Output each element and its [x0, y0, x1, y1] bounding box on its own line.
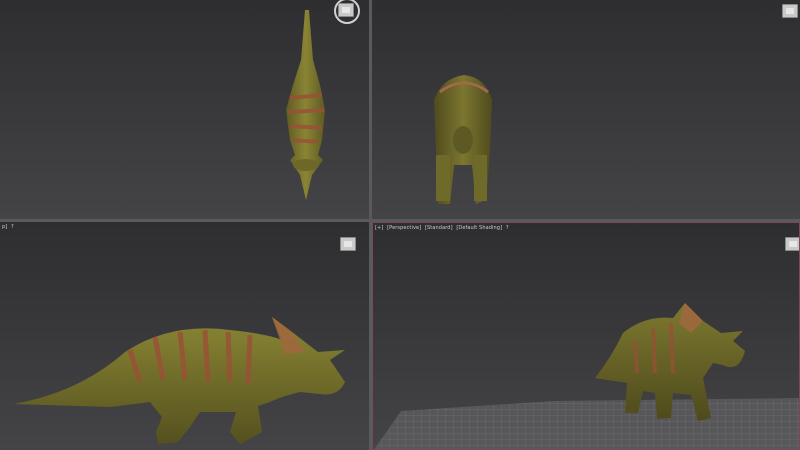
viewport-perspective[interactable]: [+] [Perspective] [Standard] [Default Sh… — [372, 222, 800, 450]
viewport-top[interactable] — [0, 0, 369, 219]
viewport-front[interactable] — [372, 0, 800, 219]
viewport-divider-vertical[interactable] — [369, 0, 372, 450]
viewport-divider-horizontal[interactable] — [0, 219, 800, 222]
dinosaur-side-view — [14, 317, 345, 444]
dinosaur-top-view — [286, 10, 325, 200]
viewport-left[interactable]: p] ? — [0, 222, 369, 450]
perspective-scene — [374, 303, 799, 449]
dinosaur-front-view — [434, 75, 492, 204]
